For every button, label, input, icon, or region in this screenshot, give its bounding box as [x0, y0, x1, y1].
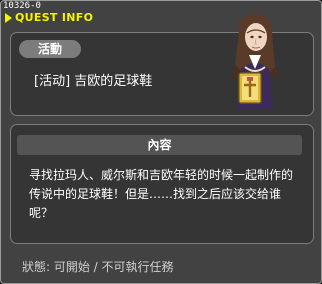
window-title-bar[interactable]: QUEST INFO — [5, 11, 93, 24]
title-arrow-icon — [5, 12, 12, 23]
content-section-header: 內容 — [17, 135, 302, 155]
quest-status: 狀態: 可開始 / 不可執行任務 — [22, 260, 174, 274]
window-title: QUEST INFO — [15, 11, 94, 24]
quest-name: [活动] 吉欧的足球鞋 — [34, 74, 153, 89]
quest-id-label: 10326-0 — [3, 1, 41, 11]
quest-category-badge: 活動 — [19, 40, 81, 58]
npc-portrait-icon — [231, 14, 279, 109]
quest-info-window: 10326-0 QUEST INFO 活動 [活动] 吉欧的足球鞋 內容 寻找拉… — [0, 0, 322, 284]
quest-description: 寻找拉玛人、威尔斯和吉欧年轻的时候一起制作的传说中的足球鞋！但是……找到之后应该… — [29, 168, 294, 220]
